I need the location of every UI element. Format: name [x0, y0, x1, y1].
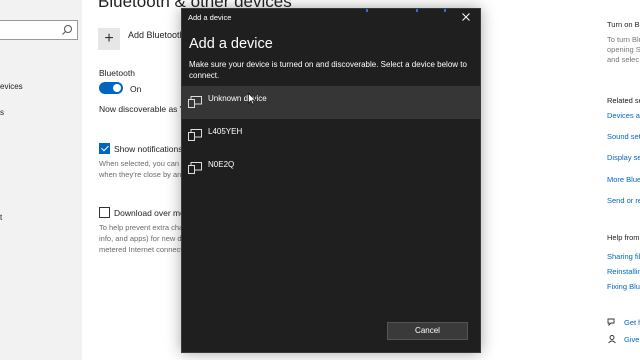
turn-on-heading: Turn on Bluetooth — [607, 20, 640, 29]
right-pane: Turn on Bluetooth To turn Bluetooth open… — [604, 0, 640, 360]
give-feedback-link[interactable]: Give feedback — [624, 335, 640, 344]
turn-on-desc-3: and selec — [607, 55, 640, 64]
device-name: Unknown device — [208, 94, 267, 103]
search-icon[interactable] — [61, 24, 73, 36]
nav-item-3[interactable]: t — [0, 213, 2, 222]
close-button[interactable] — [452, 9, 480, 27]
get-help-link[interactable]: Get help — [624, 318, 640, 327]
nav-item-2[interactable]: s — [0, 108, 4, 117]
link-send-receive[interactable]: Send or receive files — [607, 196, 640, 205]
link-devices-printers[interactable]: Devices and printers — [607, 111, 640, 120]
link-sound-settings[interactable]: Sound settings — [607, 132, 640, 141]
progress-dot — [416, 9, 418, 12]
add-device-button[interactable]: + — [98, 28, 120, 50]
nav-item-devices[interactable]: evices — [0, 82, 23, 91]
bluetooth-label: Bluetooth — [99, 68, 135, 78]
device-list: Unknown device L405YEH N0E2Q — [182, 86, 480, 185]
add-device-dialog: Add a device Add a device Make sure your… — [181, 8, 481, 353]
metered-checkbox[interactable] — [99, 207, 110, 218]
dialog-caption: Add a device — [188, 13, 232, 22]
bluetooth-toggle-state: On — [130, 84, 142, 94]
device-row[interactable]: N0E2Q — [182, 152, 480, 185]
bluetooth-toggle[interactable] — [99, 82, 123, 94]
progress-dot — [366, 9, 368, 12]
display-device-icon — [188, 96, 202, 108]
dialog-instructions: Make sure your device is turned on and d… — [189, 60, 467, 80]
link-reinstalling[interactable]: Reinstalling — [607, 267, 640, 276]
device-row[interactable]: Unknown device — [182, 86, 480, 119]
link-fixing-bluetooth[interactable]: Fixing Bluetooth — [607, 282, 640, 291]
link-display-settings[interactable]: Display settings — [607, 153, 640, 162]
search-input[interactable] — [0, 20, 78, 40]
device-name: L405YEH — [208, 127, 243, 136]
progress-dot — [444, 9, 446, 12]
link-sharing-files[interactable]: Sharing files — [607, 252, 640, 261]
plus-icon: + — [104, 30, 114, 47]
turn-on-desc-1: To turn Bluetooth — [607, 35, 640, 44]
notifications-checkbox[interactable] — [99, 143, 110, 154]
turn-on-desc-2: opening S — [607, 45, 640, 54]
left-nav: evices s t — [0, 0, 82, 360]
link-more-bluetooth[interactable]: More Bluetooth options — [607, 175, 640, 184]
mouse-cursor-icon — [248, 93, 256, 105]
help-chat-icon — [607, 318, 615, 327]
close-icon — [462, 13, 470, 21]
cancel-button[interactable]: Cancel — [387, 322, 468, 340]
toggle-knob — [113, 84, 121, 92]
related-settings-heading: Related settings — [607, 96, 640, 105]
display-device-icon — [188, 129, 202, 141]
feedback-icon — [608, 335, 616, 344]
device-name: N0E2Q — [208, 160, 235, 169]
display-device-icon — [188, 162, 202, 174]
device-row[interactable]: L405YEH — [182, 119, 480, 152]
help-heading: Help from the web — [607, 233, 640, 242]
dialog-title: Add a device — [189, 36, 273, 52]
